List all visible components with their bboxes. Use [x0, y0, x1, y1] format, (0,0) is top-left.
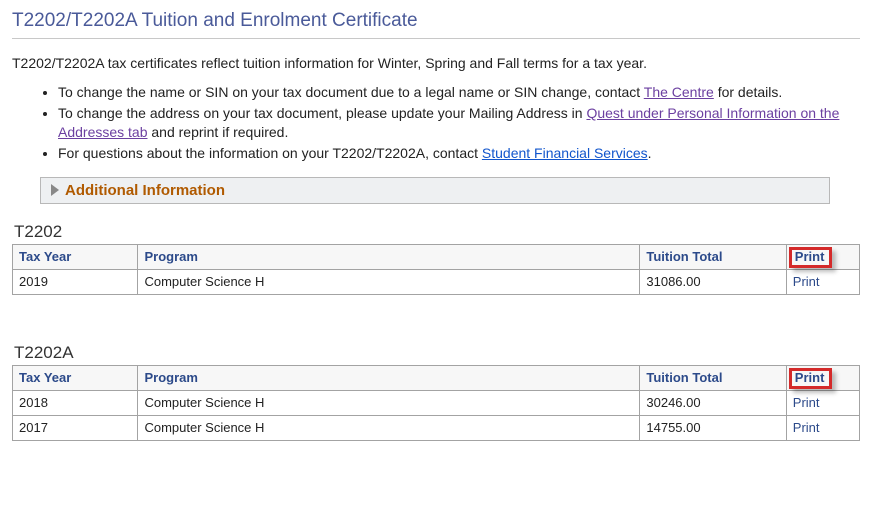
accordion-title: Additional Information [65, 182, 225, 199]
print-link[interactable]: Print [793, 395, 820, 410]
cell-tax-year: 2017 [13, 415, 138, 440]
table-header-row: Tax Year Program Tuition Total Print [13, 244, 860, 269]
col-header-tax-year: Tax Year [13, 244, 138, 269]
text-run: For questions about the information on y… [58, 145, 482, 161]
instruction-list: To change the name or SIN on your tax do… [12, 83, 860, 163]
print-header-text: Print [795, 249, 825, 264]
cell-tuition-total: 30246.00 [640, 390, 786, 415]
print-header-text: Print [795, 370, 825, 385]
title-divider [12, 38, 860, 39]
t2202-section-label: T2202 [14, 222, 860, 242]
list-item: For questions about the information on y… [58, 144, 860, 163]
text-run: . [648, 145, 652, 161]
list-item: To change the address on your tax docume… [58, 104, 860, 142]
cell-program: Computer Science H [138, 269, 640, 294]
t2202a-table: Tax Year Program Tuition Total Print 201… [12, 365, 860, 441]
text-run: To change the address on your tax docume… [58, 105, 586, 121]
student-financial-services-link[interactable]: Student Financial Services [482, 145, 648, 161]
col-header-print: Print [786, 365, 859, 390]
cell-tuition-total: 31086.00 [640, 269, 786, 294]
page-title: T2202/T2202A Tuition and Enrolment Certi… [12, 10, 860, 32]
t2202-table: Tax Year Program Tuition Total Print 201… [12, 244, 860, 295]
table-header-row: Tax Year Program Tuition Total Print [13, 365, 860, 390]
table-row: 2019 Computer Science H 31086.00 Print [13, 269, 860, 294]
chevron-right-icon [51, 184, 59, 196]
text-run: To change the name or SIN on your tax do… [58, 84, 644, 100]
print-link[interactable]: Print [793, 274, 820, 289]
col-header-print: Print [786, 244, 859, 269]
cell-print: Print [786, 269, 859, 294]
cell-print: Print [786, 415, 859, 440]
intro-text: T2202/T2202A tax certificates reflect tu… [12, 55, 860, 71]
cell-tax-year: 2019 [13, 269, 138, 294]
col-header-program: Program [138, 365, 640, 390]
text-run: for details. [714, 84, 782, 100]
cell-program: Computer Science H [138, 415, 640, 440]
cell-program: Computer Science H [138, 390, 640, 415]
cell-print: Print [786, 390, 859, 415]
table-row: 2017 Computer Science H 14755.00 Print [13, 415, 860, 440]
print-link[interactable]: Print [793, 420, 820, 435]
col-header-program: Program [138, 244, 640, 269]
t2202a-section-label: T2202A [14, 343, 860, 363]
text-run: and reprint if required. [148, 124, 289, 140]
list-item: To change the name or SIN on your tax do… [58, 83, 860, 102]
the-centre-link[interactable]: The Centre [644, 84, 714, 100]
additional-information-accordion[interactable]: Additional Information [40, 177, 830, 204]
col-header-tax-year: Tax Year [13, 365, 138, 390]
col-header-tuition-total: Tuition Total [640, 244, 786, 269]
cell-tuition-total: 14755.00 [640, 415, 786, 440]
table-row: 2018 Computer Science H 30246.00 Print [13, 390, 860, 415]
cell-tax-year: 2018 [13, 390, 138, 415]
col-header-tuition-total: Tuition Total [640, 365, 786, 390]
